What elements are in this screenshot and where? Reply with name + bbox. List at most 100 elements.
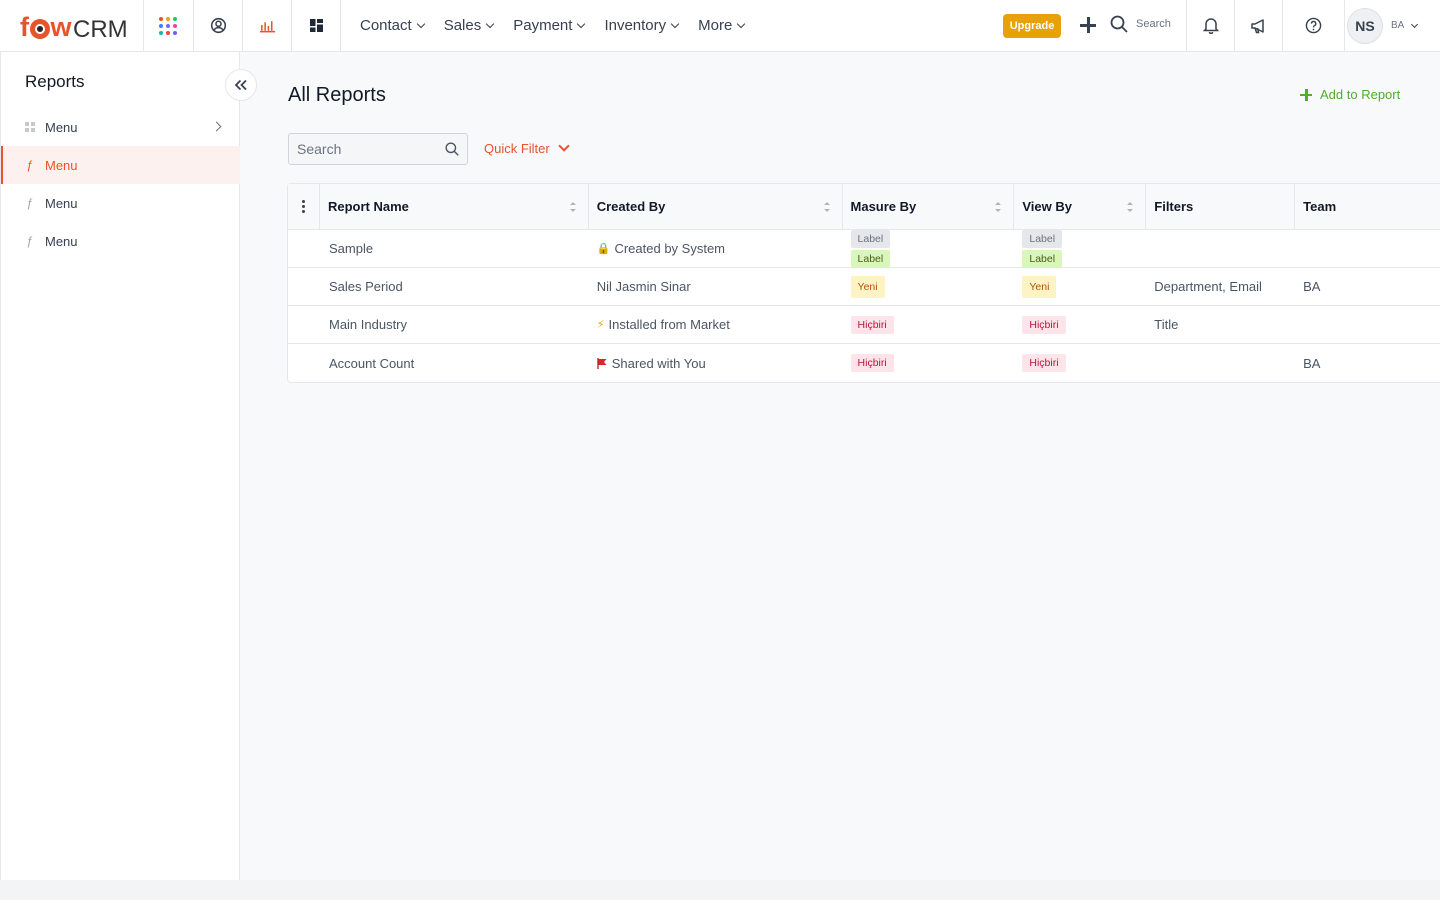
nav-inventory[interactable]: Inventory — [604, 17, 680, 34]
team-cell — [1295, 306, 1440, 343]
apps-grid-icon — [159, 16, 177, 35]
quick-filter-label: Quick Filter — [484, 141, 550, 156]
sidebar: Reports Menu ƒ Menu ƒ Menu ƒ Menu — [0, 52, 257, 880]
measure-by-cell: Yeni — [843, 268, 1015, 305]
nav-contact[interactable]: Contact — [360, 17, 425, 34]
filters-cell: Title — [1154, 317, 1179, 332]
apps-button[interactable] — [143, 0, 192, 51]
user-menu[interactable]: NS BA — [1344, 0, 1440, 51]
search-icon — [445, 142, 459, 156]
nav-more[interactable]: More — [698, 17, 746, 34]
quick-filter-dropdown[interactable]: Quick Filter — [484, 140, 570, 156]
label-tag: Label — [1022, 249, 1063, 268]
nav-sales-label: Sales — [443, 17, 482, 34]
status-tag: Hiçbiri — [1022, 315, 1066, 334]
status-tag: Yeni — [1022, 275, 1057, 298]
chevron-down-icon — [416, 19, 425, 29]
measure-by-cell: Hiçbiri — [843, 306, 1015, 343]
sidebar-item-menu-4[interactable]: ƒ Menu — [1, 222, 240, 260]
chevron-down-icon — [737, 19, 746, 29]
nav-contact-label: Contact — [360, 17, 412, 34]
sidebar-item-label: Menu — [45, 233, 78, 249]
view-by-cell: Label Label — [1014, 229, 1146, 268]
reports-table: Report Name Created By Masure By View By… — [287, 183, 1440, 383]
plus-icon — [1300, 88, 1312, 101]
user-team-label: BA — [1391, 20, 1405, 31]
team-cell: BA — [1303, 279, 1321, 294]
column-view-by[interactable]: View By — [1014, 184, 1147, 229]
sort-icon[interactable] — [823, 202, 830, 212]
avatar: NS — [1347, 7, 1383, 44]
created-by-text: Created by System — [614, 241, 725, 256]
global-search[interactable]: Search — [1110, 15, 1171, 33]
report-search-input[interactable]: Search — [288, 133, 468, 165]
nav-sales[interactable]: Sales — [443, 17, 495, 34]
add-plus-icon[interactable] — [1079, 16, 1097, 34]
report-name-cell[interactable]: Account Count — [320, 344, 589, 382]
help-button[interactable] — [1282, 0, 1344, 51]
column-label: Created By — [596, 199, 666, 214]
profile-button[interactable] — [193, 0, 242, 51]
created-by-cell: Nil Jasmin Sinar — [589, 268, 843, 305]
fowcrm-logo[interactable]: f w CRM — [20, 11, 128, 44]
status-tag: Hiçbiri — [850, 354, 894, 372]
function-icon: ƒ — [26, 158, 34, 172]
sort-icon[interactable] — [1127, 202, 1134, 212]
column-measure-by[interactable]: Masure By — [843, 184, 1015, 229]
status-tag: Yeni — [850, 275, 885, 298]
sidebar-item-menu-3[interactable]: ƒ Menu — [1, 184, 240, 222]
column-created-by[interactable]: Created By — [589, 184, 843, 229]
column-filters: Filters — [1146, 184, 1296, 229]
report-name-cell[interactable]: Sales Period — [320, 268, 589, 305]
report-name-cell[interactable]: Sample — [320, 230, 589, 267]
column-label: Team — [1303, 199, 1337, 214]
team-cell — [1295, 230, 1440, 267]
add-to-report-button[interactable]: Add to Report — [1300, 87, 1400, 102]
chevron-down-icon — [577, 19, 586, 29]
sidebar-item-label: Menu — [45, 157, 78, 173]
upgrade-button[interactable]: Upgrade — [1003, 14, 1061, 38]
measure-by-cell: Label Label — [843, 229, 1015, 268]
notifications-button[interactable] — [1186, 0, 1234, 51]
column-label: Report Name — [327, 199, 409, 214]
sort-icon[interactable] — [995, 202, 1002, 212]
chevron-down-icon — [485, 19, 495, 29]
flag-icon — [597, 357, 607, 369]
filters-cell — [1146, 230, 1295, 267]
collapse-sidebar-button[interactable] — [225, 69, 257, 101]
lightning-icon: ⚡ — [596, 319, 605, 331]
created-by-text: Shared with You — [611, 355, 706, 371]
sort-icon[interactable] — [569, 202, 576, 212]
megaphone-icon — [1250, 18, 1264, 33]
reports-nav-button[interactable] — [242, 0, 291, 51]
chevron-down-icon — [1411, 20, 1419, 28]
table-row[interactable]: Account Count Shared with You Hiçbiri Hi… — [288, 344, 1440, 382]
lock-icon: 🔒 — [596, 243, 611, 255]
bottom-strip — [0, 880, 1440, 900]
table-row[interactable]: Sales Period Nil Jasmin Sinar Yeni Yeni … — [288, 268, 1440, 306]
nav-payment[interactable]: Payment — [513, 17, 586, 34]
kebab-icon — [301, 200, 305, 213]
label-tag: Label — [850, 229, 891, 248]
top-bar: f w CRM Contact Sales Payment Inventory … — [0, 0, 1440, 52]
table-row[interactable]: Main Industry ⚡ Installed from Market Hiç… — [288, 306, 1440, 344]
announcements-button[interactable] — [1234, 0, 1282, 51]
report-name-cell[interactable]: Main Industry — [320, 306, 589, 343]
sidebar-title: Reports — [25, 72, 85, 91]
logo-crm-text: CRM — [73, 16, 128, 43]
column-team: Team — [1295, 184, 1440, 229]
created-by-cell: Shared with You — [589, 344, 843, 382]
dashboard-button[interactable] — [291, 0, 341, 51]
sidebar-item-menu-2[interactable]: ƒ Menu — [1, 146, 240, 184]
view-by-cell: Yeni — [1014, 268, 1146, 305]
user-circle-icon — [210, 17, 226, 34]
label-tag: Label — [850, 249, 891, 268]
table-row[interactable]: Sample 🔒 Created by System Label Label Lab… — [288, 229, 1440, 268]
column-options-button[interactable] — [288, 184, 320, 229]
sidebar-item-menu-1[interactable]: Menu — [1, 108, 240, 146]
bar-chart-icon — [259, 20, 275, 32]
created-by-cell: 🔒 Created by System — [589, 230, 843, 267]
column-report-name[interactable]: Report Name — [320, 184, 589, 229]
bell-icon — [1202, 18, 1219, 34]
label-tag: Label — [1022, 229, 1063, 248]
